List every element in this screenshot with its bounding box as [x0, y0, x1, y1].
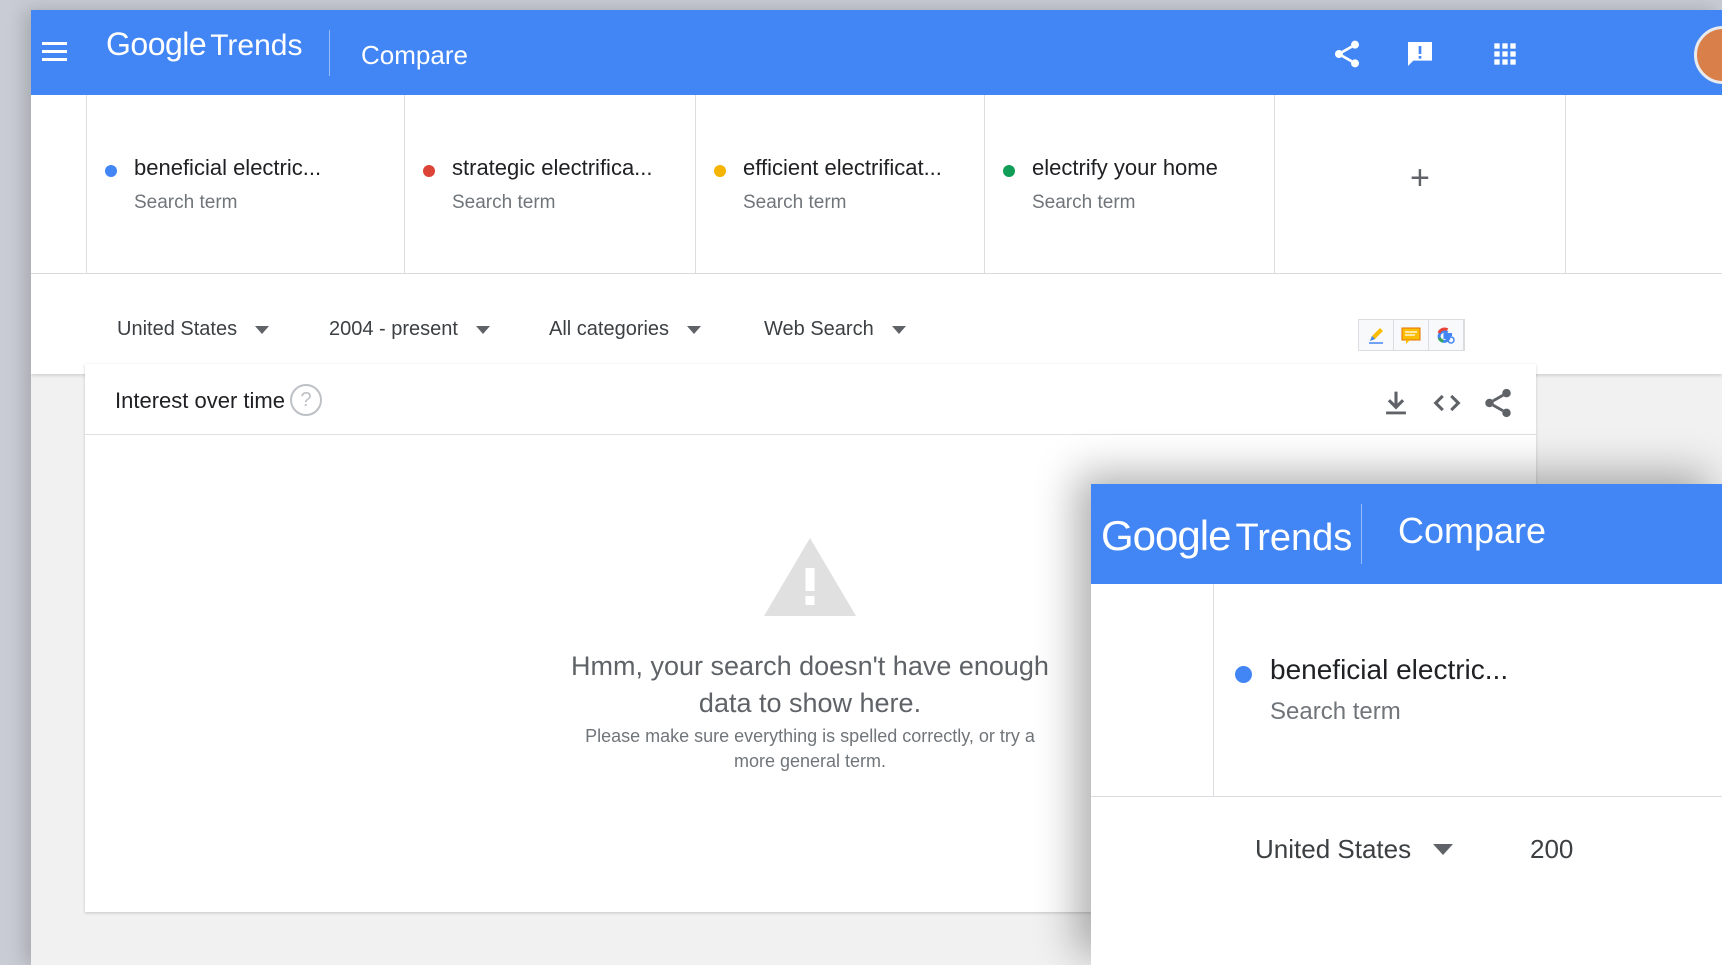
zoom-region-label: United States	[1255, 834, 1412, 864]
extension-toolbar	[1358, 319, 1465, 351]
zoom-header-divider	[1361, 504, 1362, 564]
zoom-terms-row: beneficial electric... Search term	[1091, 584, 1722, 797]
term-card-3[interactable]: efficient electrificat... Search term	[695, 95, 986, 273]
no-data-message: Hmm, your search doesn't have enough dat…	[571, 651, 1049, 718]
header-divider	[329, 30, 330, 76]
term-name: strategic electrifica...	[452, 155, 653, 180]
menu-icon[interactable]	[37, 36, 77, 70]
term-type: Search term	[134, 192, 238, 213]
help-icon[interactable]: ?	[290, 384, 322, 416]
term-color-dot	[1003, 165, 1015, 177]
feedback-icon[interactable]	[1404, 38, 1436, 70]
region-filter[interactable]: United States	[117, 318, 270, 341]
term-color-dot	[714, 165, 726, 177]
dropdown-arrow-icon	[1433, 844, 1454, 855]
term-name: efficient electrificat...	[743, 155, 942, 180]
panel-header: Interest over time ?	[85, 364, 1536, 435]
avatar[interactable]	[1694, 26, 1722, 84]
search-type-label: Web Search	[764, 318, 874, 340]
term-card-1[interactable]: beneficial electric... Search term	[86, 95, 405, 273]
compare-terms-row: beneficial electric... Search term strat…	[31, 95, 1722, 274]
comment-icon[interactable]	[1394, 320, 1429, 350]
zoom-google-trends-logo: Google Trends	[1101, 512, 1352, 560]
term-color-dot	[105, 165, 117, 177]
download-icon[interactable]	[1379, 386, 1413, 420]
apps-icon[interactable]	[1489, 38, 1521, 70]
zoom-time-filter-partial: 200	[1530, 834, 1574, 864]
zoom-logo-google-text: Google	[1101, 512, 1231, 559]
dropdown-arrow-icon	[891, 325, 906, 334]
google-trends-logo[interactable]: Google Trends	[106, 26, 302, 76]
dropdown-arrow-icon	[687, 325, 702, 334]
dropdown-arrow-icon	[255, 325, 270, 334]
zoom-term-type: Search term	[1270, 698, 1401, 725]
term-card-4[interactable]: electrify your home Search term	[984, 95, 1275, 273]
term-name: electrify your home	[1032, 155, 1218, 180]
zoom-top-bar: Google Trends Compare	[1091, 484, 1722, 584]
pencil-icon[interactable]	[1359, 320, 1394, 350]
zoom-card-divider	[1213, 584, 1214, 796]
category-filter[interactable]: All categories	[549, 318, 702, 341]
add-icon: +	[1410, 159, 1430, 197]
warning-icon	[762, 536, 858, 623]
no-data-hint: Please make sure everything is spelled c…	[585, 726, 1035, 771]
share-icon[interactable]	[1481, 386, 1515, 420]
share-icon[interactable]	[1331, 38, 1363, 70]
zoomed-header-inset: Google Trends Compare beneficial electri…	[1091, 484, 1722, 965]
zoom-page-title: Compare	[1398, 510, 1547, 551]
dropdown-arrow-icon	[475, 325, 490, 334]
logo-trends-text: Trends	[210, 29, 303, 62]
term-type: Search term	[1032, 192, 1136, 213]
page-title: Compare	[361, 40, 468, 70]
top-app-bar: Google Trends Compare	[31, 10, 1722, 95]
time-label: 2004 - present	[329, 318, 458, 340]
filters-row: United States 2004 - present All categor…	[31, 274, 1722, 374]
term-color-dot	[423, 165, 435, 177]
term-type: Search term	[743, 192, 847, 213]
panel-title: Interest over time	[115, 388, 285, 413]
zoom-logo-trends-text: Trends	[1235, 517, 1353, 559]
logo-google-text: Google	[106, 26, 207, 62]
term-type: Search term	[452, 192, 556, 213]
google-search-icon[interactable]	[1429, 320, 1464, 350]
zoom-term-name: beneficial electric...	[1270, 654, 1509, 685]
search-type-filter[interactable]: Web Search	[764, 318, 906, 341]
region-label: United States	[117, 318, 238, 340]
embed-code-icon[interactable]	[1430, 386, 1464, 420]
zoom-term-color-dot	[1235, 666, 1252, 683]
zoom-region-filter: United States	[1255, 834, 1454, 865]
term-name: beneficial electric...	[134, 155, 322, 180]
term-card-2[interactable]: strategic electrifica... Search term	[404, 95, 695, 273]
category-label: All categories	[549, 318, 670, 340]
time-filter[interactable]: 2004 - present	[329, 318, 490, 341]
add-comparison-button[interactable]: +	[1274, 95, 1566, 273]
